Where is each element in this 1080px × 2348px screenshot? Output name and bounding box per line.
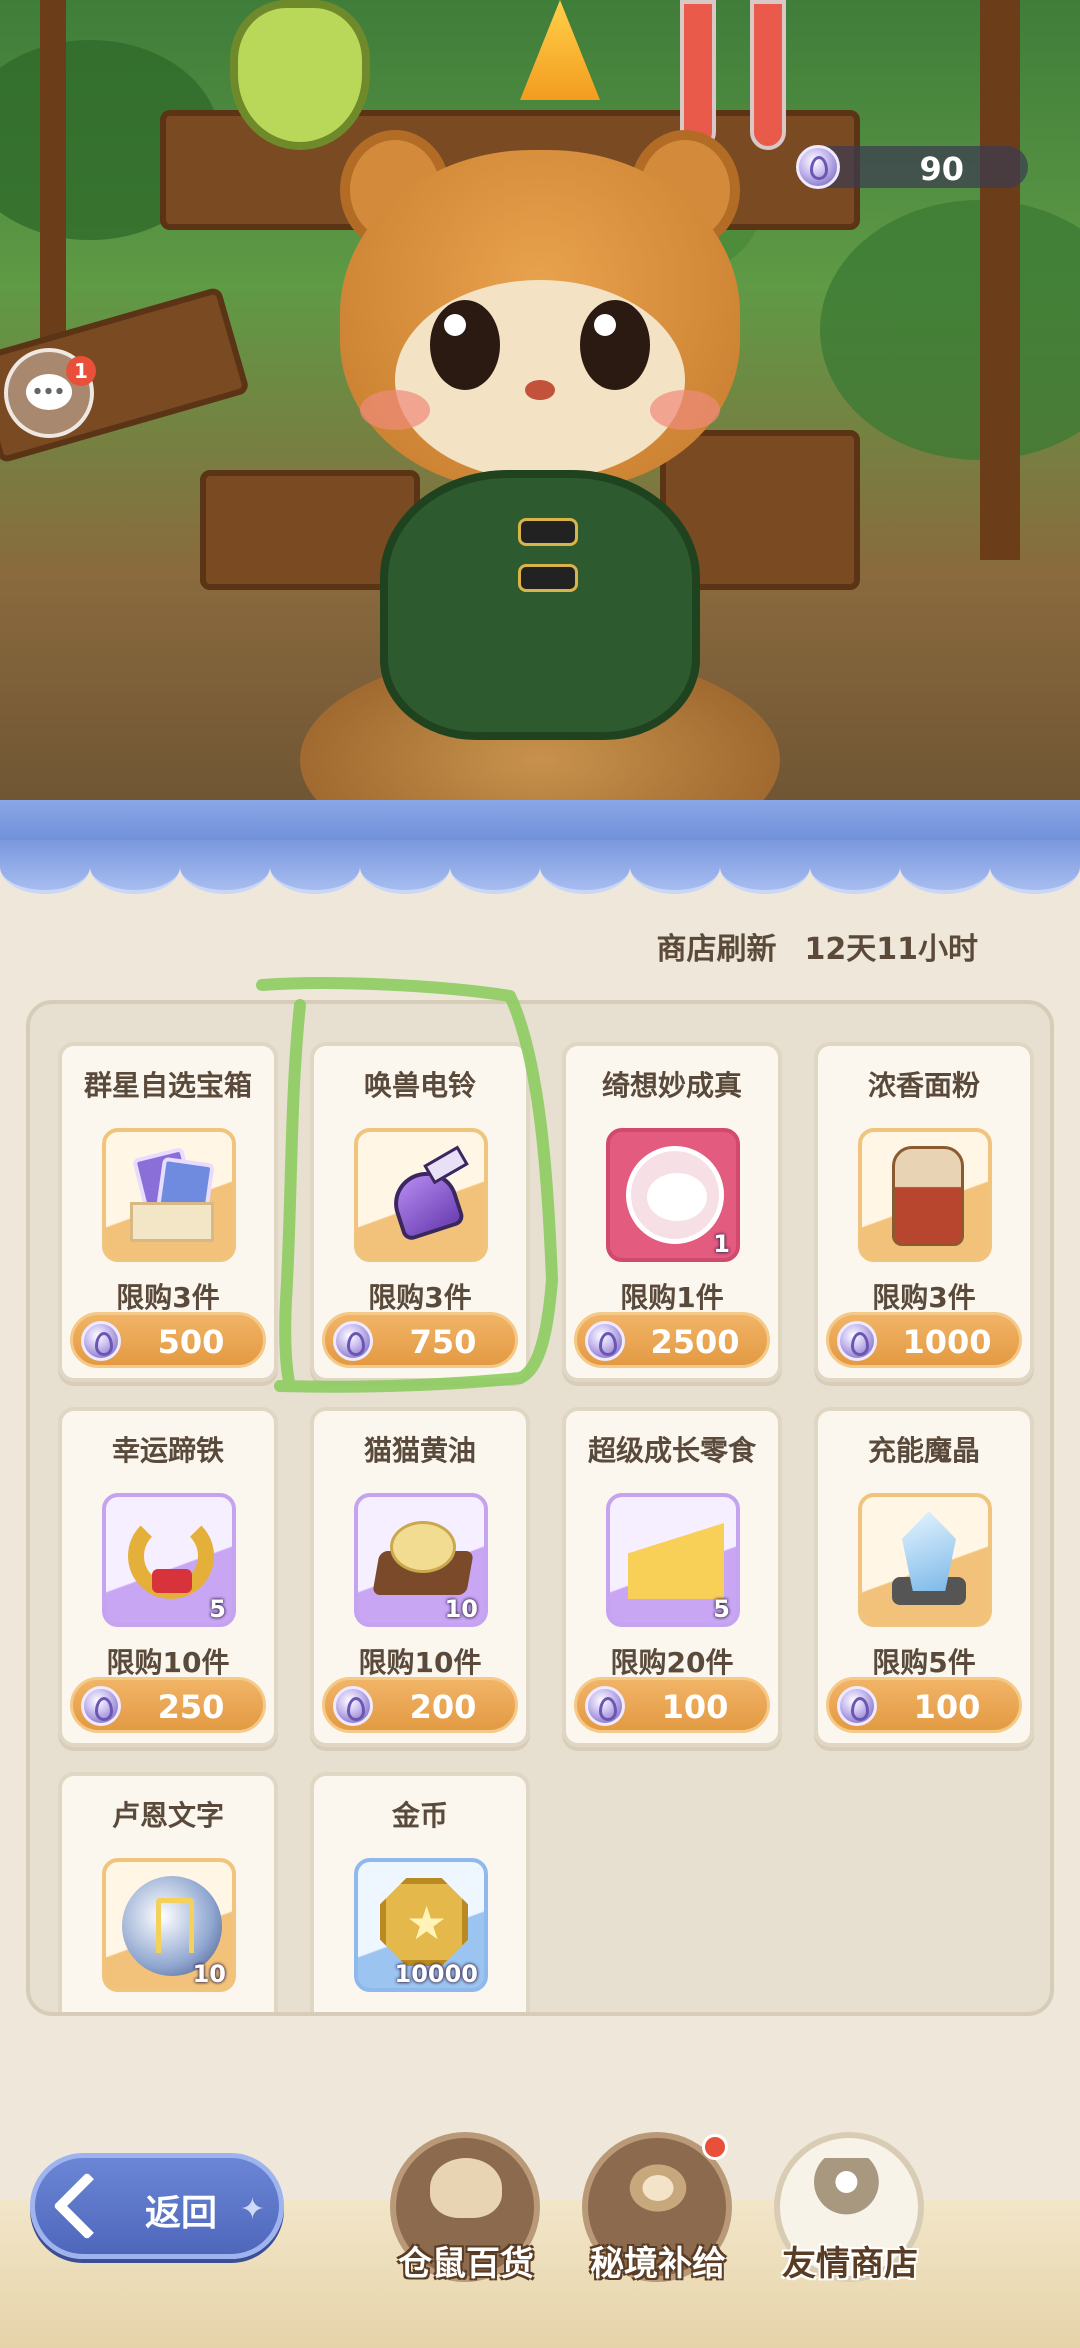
shop-item-card[interactable]: 超级成长零食 5 限购20件 100 (562, 1407, 782, 1747)
item-limit: 限购3件 (872, 1281, 976, 1314)
star-gem-icon (585, 1686, 625, 1726)
hamster-face-icon (430, 2158, 502, 2218)
item-price: 200 (409, 1688, 477, 1726)
shop-item-card[interactable]: 卢恩文字 10 (58, 1772, 278, 2012)
shop-item-grid: 群星自选宝箱 限购3件 500 唤兽电铃 限购3件 750 绮想妙成真 1 限购… (26, 1000, 1054, 2016)
item-limit: 限购5件 (872, 1646, 976, 1679)
crown (520, 0, 600, 100)
tab-friendship-shop[interactable]: 友情商店 (770, 2132, 930, 2312)
refresh-time: 12天11小时 (804, 932, 979, 967)
buy-button[interactable]: 250 (70, 1677, 266, 1733)
item-name: 卢恩文字 (111, 1799, 224, 1832)
shop-item-card[interactable]: 绮想妙成真 1 限购1件 2500 (562, 1042, 782, 1382)
star-gem-icon (837, 1321, 877, 1361)
item-price: 250 (157, 1688, 225, 1726)
star-chest-icon (102, 1128, 236, 1262)
butter-icon: 10 (354, 1493, 488, 1627)
item-quantity: 10 (192, 1960, 226, 1988)
shop-item-card[interactable]: 浓香面粉 限购3件 1000 (814, 1042, 1034, 1382)
shop-refresh-timer: 商店刷新 12天11小时 (657, 924, 979, 968)
crystal-icon (858, 1493, 992, 1627)
item-name: 超级成长零食 (587, 1434, 756, 1467)
item-quantity: 10 (444, 1595, 478, 1623)
tab-label: 友情商店 (782, 2244, 918, 2284)
star-gem-icon (837, 1686, 877, 1726)
item-limit: 限购3件 (116, 1281, 220, 1314)
sparkle-icon: ✦ (239, 2192, 265, 2227)
star-gem-icon (81, 1321, 121, 1361)
chat-button[interactable]: 1 (4, 348, 96, 438)
star-gem-icon (81, 1686, 121, 1726)
tab-secret-supply[interactable]: 秘境补给 (578, 2132, 738, 2312)
back-arrow-icon (53, 2172, 121, 2240)
item-quantity: 1 (713, 1230, 730, 1258)
cheese-icon: 5 (606, 1493, 740, 1627)
refresh-label: 商店刷新 (656, 932, 777, 967)
item-quantity: 10000 (394, 1960, 479, 1988)
buy-button[interactable]: 200 (322, 1677, 518, 1733)
shop-item-card[interactable]: 金币 10000 (310, 1772, 530, 2012)
item-limit: 限购3件 (368, 1281, 472, 1314)
currency-counter: 90 (796, 145, 1028, 189)
item-name: 金币 (391, 1799, 448, 1832)
item-limit: 限购20件 (610, 1646, 734, 1679)
shop-item-card[interactable]: 充能魔晶 限购5件 100 (814, 1407, 1034, 1747)
item-limit: 限购10件 (106, 1646, 230, 1679)
item-price: 500 (157, 1323, 225, 1361)
back-label: 返回 (145, 2193, 218, 2234)
item-name: 群星自选宝箱 (83, 1069, 252, 1102)
shop-item-card[interactable]: 唤兽电铃 限购3件 750 (310, 1042, 530, 1382)
gold-coin-icon: 10000 (354, 1858, 488, 1992)
hamster-shopkeeper[interactable] (300, 90, 780, 750)
flour-sack-icon (858, 1128, 992, 1262)
buy-button[interactable]: 100 (826, 1677, 1022, 1733)
item-name: 绮想妙成真 (601, 1069, 742, 1102)
cat-portrait-icon: 1 (606, 1128, 740, 1262)
item-price: 100 (661, 1688, 729, 1726)
item-quantity: 5 (713, 1595, 730, 1623)
back-button[interactable]: 返回 ✦ (30, 2153, 284, 2259)
star-gem-icon (333, 1321, 373, 1361)
tab-hamster-store[interactable]: 仓鼠百货 (386, 2132, 546, 2312)
item-limit: 限购10件 (358, 1646, 482, 1679)
item-name: 唤兽电铃 (363, 1069, 476, 1102)
tab-label: 秘境补给 (590, 2244, 726, 2284)
item-name: 浓香面粉 (867, 1069, 980, 1102)
crystal-ball-icon (814, 2158, 886, 2218)
buy-button[interactable]: 750 (322, 1312, 518, 1368)
shop-item-card[interactable]: 猫猫黄油 10 限购10件 200 (310, 1407, 530, 1747)
buy-button[interactable]: 100 (574, 1677, 770, 1733)
item-name: 猫猫黄油 (363, 1434, 476, 1467)
shop-item-card[interactable]: 群星自选宝箱 限购3件 500 (58, 1042, 278, 1382)
eye-emblem-icon (622, 2158, 694, 2218)
shop-item-card[interactable]: 幸运蹄铁 5 限购10件 250 (58, 1407, 278, 1747)
notification-dot (702, 2134, 728, 2160)
item-quantity: 5 (209, 1595, 226, 1623)
game-scene (0, 0, 1080, 820)
buy-button[interactable]: 2500 (574, 1312, 770, 1368)
item-price: 2500 (650, 1323, 740, 1361)
star-gem-icon (585, 1321, 625, 1361)
item-name: 幸运蹄铁 (111, 1434, 224, 1467)
item-price: 1000 (902, 1323, 992, 1361)
star-gem-icon (796, 145, 840, 189)
buy-button[interactable]: 1000 (826, 1312, 1022, 1368)
horseshoe-icon: 5 (102, 1493, 236, 1627)
buy-button[interactable]: 500 (70, 1312, 266, 1368)
rune-orb-icon: 10 (102, 1858, 236, 1992)
item-price: 100 (913, 1688, 981, 1726)
chat-badge: 1 (66, 356, 96, 386)
item-limit: 限购1件 (620, 1281, 724, 1314)
item-name: 充能魔晶 (867, 1434, 980, 1467)
item-price: 750 (409, 1323, 477, 1361)
shop-awning (0, 800, 1080, 900)
tab-label: 仓鼠百货 (398, 2244, 534, 2284)
star-gem-icon (333, 1686, 373, 1726)
bell-icon (354, 1128, 488, 1262)
currency-amount: 90 (919, 150, 964, 188)
